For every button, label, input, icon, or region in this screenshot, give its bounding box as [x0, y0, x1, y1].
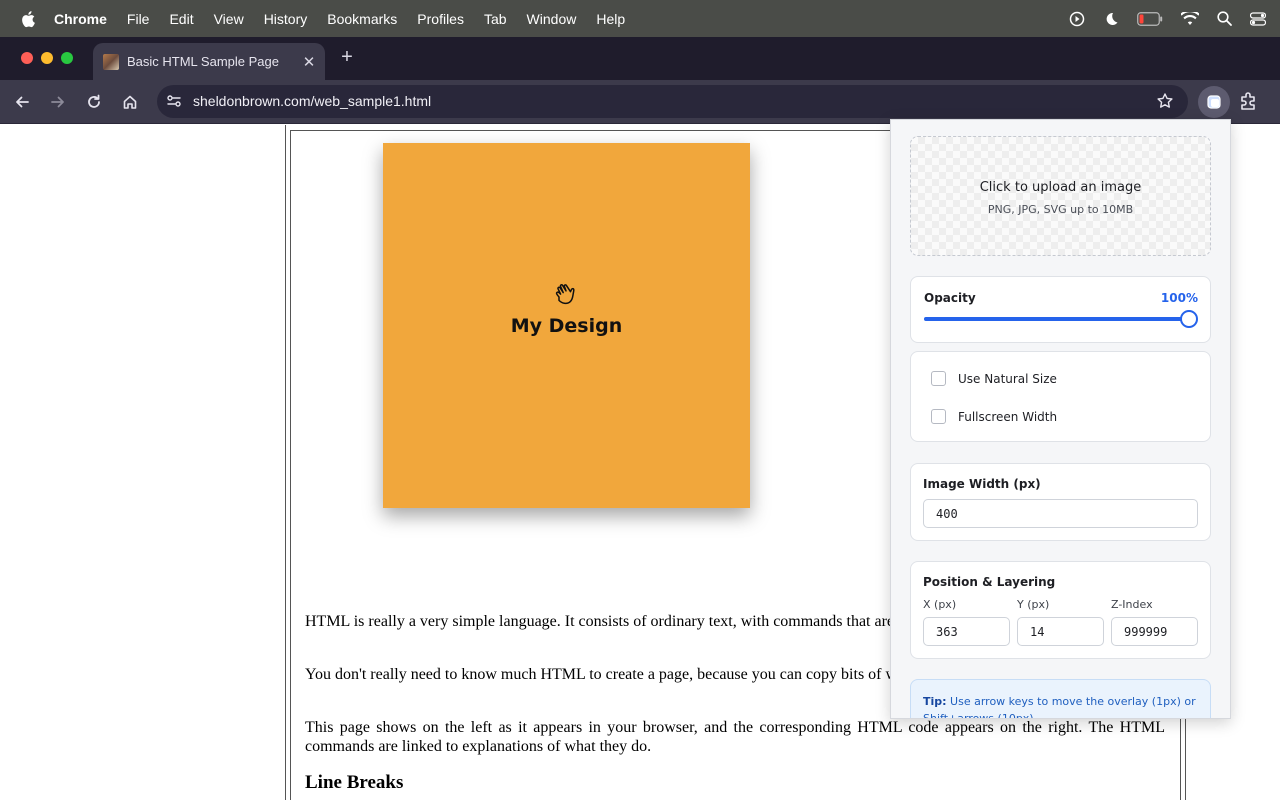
status-icons [1069, 0, 1266, 37]
bookmark-star-icon[interactable] [1156, 92, 1174, 110]
address-bar[interactable]: sheldonbrown.com/web_sample1.html [157, 85, 1188, 118]
image-width-label: Image Width (px) [923, 477, 1041, 491]
z-index-label: Z-Index [1111, 598, 1153, 611]
waving-hand-icon [555, 284, 575, 305]
z-index-input[interactable]: 999999 [1111, 617, 1198, 646]
battery-icon[interactable] [1137, 11, 1163, 26]
overlay-extension-popup: Click to upload an image PNG, JPG, SVG u… [890, 119, 1231, 719]
x-input[interactable]: 363 [923, 617, 1010, 646]
upload-dropzone[interactable]: Click to upload an image PNG, JPG, SVG u… [910, 136, 1211, 256]
position-layering-card: Position & Layering X (px) Y (px) Z-Inde… [910, 561, 1211, 659]
menu-tab[interactable]: Tab [484, 11, 507, 27]
forward-arrow-icon [51, 96, 64, 108]
browser-tab[interactable]: Basic HTML Sample Page ✕ [93, 43, 325, 80]
tip-box: Tip: Use arrow keys to move the overlay … [910, 679, 1211, 719]
menu-profiles[interactable]: Profiles [417, 11, 464, 27]
position-layering-title: Position & Layering [923, 575, 1056, 589]
tip-label: Tip: [923, 695, 947, 708]
opacity-slider-thumb[interactable] [1180, 310, 1198, 328]
paragraph-layout: This page shows on the left as it appear… [305, 719, 1165, 755]
home-button[interactable] [118, 90, 142, 114]
image-width-input[interactable]: 400 [923, 499, 1198, 528]
overlay-extension-button[interactable] [1198, 86, 1230, 118]
upload-subtitle: PNG, JPG, SVG up to 10MB [987, 203, 1134, 216]
fullscreen-width-checkbox[interactable] [931, 409, 946, 424]
opacity-card: Opacity 100% [910, 276, 1211, 343]
moon-icon[interactable] [1103, 11, 1119, 27]
fullscreen-width-label: Fullscreen Width [958, 409, 1058, 424]
menu-file[interactable]: File [127, 11, 150, 27]
tab-favicon [103, 53, 119, 70]
x-label: X (px) [923, 598, 957, 611]
back-button[interactable] [10, 90, 34, 114]
opacity-slider[interactable] [924, 310, 1198, 328]
opacity-value: 100% [1160, 291, 1198, 305]
home-icon [123, 95, 137, 109]
tab-strip: Basic HTML Sample Page ✕ + [0, 37, 1280, 80]
window-close-button[interactable] [21, 52, 33, 64]
natural-size-checkbox[interactable] [931, 371, 946, 386]
natural-size-label: Use Natural Size [958, 371, 1057, 386]
menu-history[interactable]: History [264, 11, 308, 27]
wifi-icon[interactable] [1181, 11, 1199, 26]
overlay-extension-icon [1207, 95, 1221, 109]
browser-toolbar: sheldonbrown.com/web_sample1.html [0, 80, 1280, 124]
heading-line-breaks: Line Breaks [305, 772, 404, 793]
opacity-slider-fill [924, 317, 1189, 321]
site-settings-icon[interactable] [165, 92, 183, 110]
macos-menu-bar: Chrome File Edit View History Bookmarks … [0, 0, 1280, 37]
tab-title: Basic HTML Sample Page [127, 54, 279, 69]
fullscreen-width-option[interactable]: Fullscreen Width [931, 409, 1057, 424]
reload-button[interactable] [82, 90, 106, 114]
menu-view[interactable]: View [214, 11, 244, 27]
upload-title: Click to upload an image [979, 180, 1142, 195]
tip-text: Use arrow keys to move the overlay (1px)… [923, 695, 1196, 719]
overlay-design-image[interactable]: My Design [383, 143, 750, 508]
forward-button[interactable] [46, 90, 70, 114]
back-arrow-icon [16, 96, 29, 108]
menu-bookmarks[interactable]: Bookmarks [327, 11, 397, 27]
window-zoom-button[interactable] [61, 52, 73, 64]
y-input[interactable]: 14 [1017, 617, 1104, 646]
menu-help[interactable]: Help [596, 11, 625, 27]
natural-size-option[interactable]: Use Natural Size [931, 371, 1057, 386]
image-width-card: Image Width (px) 400 [910, 463, 1211, 541]
control-center-icon[interactable] [1250, 11, 1266, 26]
play-circle-icon[interactable] [1069, 11, 1085, 27]
menu-window[interactable]: Window [527, 11, 577, 27]
opacity-label: Opacity [924, 291, 976, 305]
extensions-puzzle-icon[interactable] [1238, 90, 1260, 112]
menu-app-name[interactable]: Chrome [54, 11, 107, 27]
design-label: My Design [510, 315, 623, 337]
apple-logo-icon[interactable] [20, 10, 36, 28]
window-minimize-button[interactable] [41, 52, 53, 64]
url-text: sheldonbrown.com/web_sample1.html [193, 93, 432, 109]
tab-close-icon[interactable]: ✕ [299, 53, 319, 71]
new-tab-button[interactable]: + [336, 46, 358, 68]
search-icon[interactable] [1217, 11, 1232, 26]
menu-edit[interactable]: Edit [169, 11, 193, 27]
y-label: Y (px) [1017, 598, 1050, 611]
size-options-card: Use Natural Size Fullscreen Width [910, 351, 1211, 442]
reload-icon [88, 94, 100, 108]
